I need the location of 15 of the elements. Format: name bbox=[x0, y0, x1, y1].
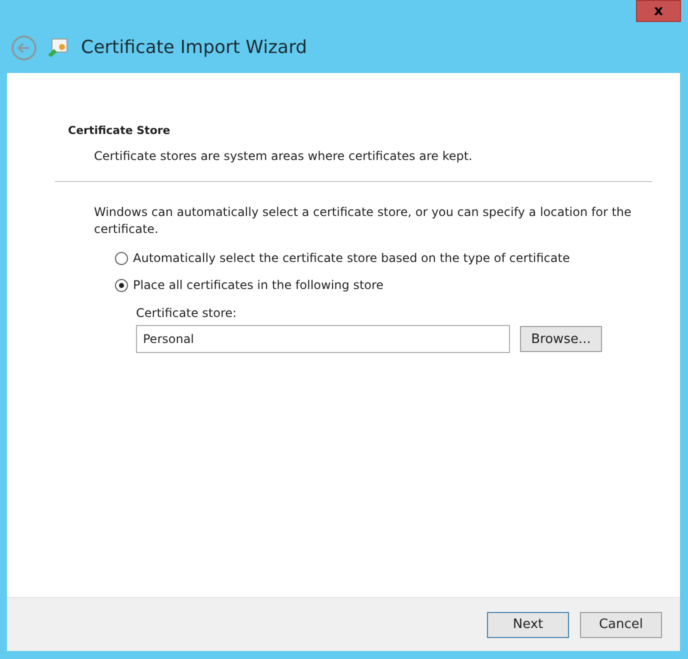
wizard-button[interactable]: Next bbox=[487, 612, 569, 638]
window-title: Certificate Import Wizard bbox=[81, 37, 308, 58]
browse-button[interactable]: Browse... bbox=[520, 326, 602, 352]
intro-text: Windows can automatically select a certificate store, or you can specify a location for the certificate. bbox=[94, 204, 632, 238]
store-field[interactable]: Personal bbox=[136, 325, 510, 353]
radio-button[interactable] bbox=[115, 252, 128, 264]
field-label: Certificate store: bbox=[136, 306, 238, 320]
wizard-button[interactable]: Cancel bbox=[580, 612, 662, 638]
section-description: Certificate stores are system areas where certificates are kept. bbox=[94, 149, 474, 163]
section-heading: Certificate Store bbox=[68, 124, 172, 137]
radio-label: Place all certificates in the following store bbox=[133, 278, 384, 292]
radio-button[interactable] bbox=[115, 278, 128, 292]
certificate-icon bbox=[47, 38, 69, 58]
radio-label: Automatically select the certificate store based on the type of certificate bbox=[133, 251, 570, 265]
close-button[interactable]: x bbox=[636, 0, 681, 22]
